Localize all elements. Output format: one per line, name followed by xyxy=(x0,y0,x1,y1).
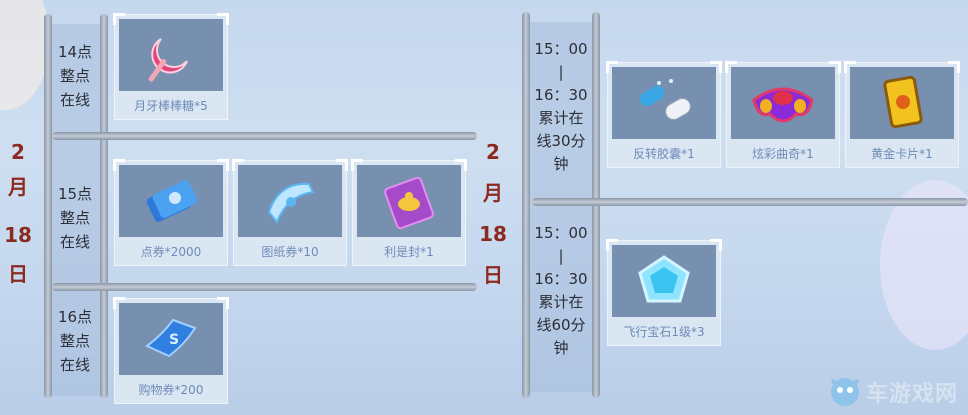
reward-icon-frame xyxy=(612,67,716,139)
date-month-number: 2 xyxy=(11,140,25,164)
reward-label: 月牙棒棒糖*5 xyxy=(134,99,208,113)
time-line: 整点 xyxy=(59,332,90,350)
card-corner xyxy=(829,61,841,73)
reward-card[interactable]: 利是封*1 xyxy=(351,159,467,266)
time-slot: 15：00 | 16：30 累计在 线30分 钟 xyxy=(530,38,592,176)
card-corner xyxy=(336,159,348,171)
time-line: 在线 xyxy=(59,356,90,374)
time-line: 15点 xyxy=(57,185,93,203)
time-line: 16：30 xyxy=(534,86,588,104)
reward-card[interactable]: 月牙棒棒糖*5 xyxy=(113,13,229,120)
card-corner xyxy=(113,159,125,171)
gold-card-icon xyxy=(883,75,923,129)
reward-label: 反转胶囊*1 xyxy=(633,147,695,161)
red-envelope-icon xyxy=(384,176,434,230)
reward-card[interactable]: 图纸券*10 xyxy=(232,159,348,266)
reward-icon-frame xyxy=(119,165,223,237)
card-corner xyxy=(217,159,229,171)
card-corner xyxy=(351,159,363,171)
rail xyxy=(52,132,477,140)
reward-icon-frame xyxy=(850,67,954,139)
reward-icon-frame xyxy=(612,245,716,317)
time-line: 16：30 xyxy=(534,270,588,288)
coupon-stack-icon xyxy=(146,180,198,222)
rail xyxy=(100,14,108,398)
reward-card[interactable]: 飞行宝石1级*3 xyxy=(606,239,722,346)
card-corner xyxy=(113,13,125,25)
rail xyxy=(52,283,477,291)
shopping-voucher-icon: S xyxy=(145,318,197,358)
card-corner xyxy=(725,61,737,73)
card-corner xyxy=(844,61,856,73)
time-line: | xyxy=(558,63,564,81)
cookie-icon xyxy=(752,87,814,123)
time-line: 15：00 xyxy=(534,224,588,242)
date-month-number: 2 xyxy=(486,140,500,164)
time-line: 钟 xyxy=(553,339,569,357)
reward-label: 点券*2000 xyxy=(140,245,202,259)
svg-text:S: S xyxy=(169,332,179,348)
gem-icon xyxy=(638,255,690,303)
reward-card[interactable]: 炫彩曲奇*1 xyxy=(725,61,841,168)
background-glow xyxy=(0,0,50,110)
watermark: 车游戏网 xyxy=(866,382,959,407)
card-corner xyxy=(232,159,244,171)
time-line: 整点 xyxy=(59,67,90,85)
card-corner xyxy=(710,61,722,73)
reward-card[interactable]: 反转胶囊*1 xyxy=(606,61,722,168)
rail xyxy=(522,12,530,398)
time-line: 16点 xyxy=(57,308,93,326)
card-corner xyxy=(606,61,618,73)
mascot-logo xyxy=(830,378,860,406)
reward-card[interactable]: 黄金卡片*1 xyxy=(844,61,960,168)
lollipop-icon xyxy=(148,38,188,82)
reward-icon-frame xyxy=(238,165,342,237)
card-corner xyxy=(606,239,618,251)
date-month-char: 月 xyxy=(483,181,503,205)
card-corner xyxy=(217,13,229,25)
rail xyxy=(532,198,968,206)
reward-icon-frame xyxy=(119,19,223,91)
reward-icon-frame xyxy=(357,165,461,237)
time-line: 钟 xyxy=(553,155,569,173)
time-slot: 15：00 | 16：30 累计在 线60分 钟 xyxy=(530,222,592,360)
reward-label: 利是封*1 xyxy=(384,245,434,259)
card-corner xyxy=(710,239,722,251)
time-line: 15：00 xyxy=(534,40,588,58)
blueprint-ticket-icon xyxy=(267,182,315,224)
time-slot: 15点 整点 在线 xyxy=(51,182,99,254)
reward-label: 图纸券*10 xyxy=(261,245,319,259)
date-day-number: 18 xyxy=(479,222,507,246)
card-corner xyxy=(217,297,229,309)
reward-label: 飞行宝石1级*3 xyxy=(623,325,705,339)
reward-icon-frame: S xyxy=(119,303,223,375)
time-slot: 16点 整点 在线 xyxy=(51,305,99,377)
time-line: 线60分 xyxy=(536,316,586,334)
time-line: 整点 xyxy=(59,209,90,227)
time-line: 在线 xyxy=(59,91,90,109)
time-line: 累计在 xyxy=(538,293,584,311)
date-day-char: 日 xyxy=(8,262,28,286)
time-line: 线30分 xyxy=(536,132,586,150)
time-line: 在线 xyxy=(59,233,90,251)
time-line: 14点 xyxy=(57,43,93,61)
date-month-char: 月 xyxy=(8,175,28,199)
time-line: | xyxy=(558,247,564,265)
reward-label: 购物券*200 xyxy=(138,383,204,397)
reward-card[interactable]: S 购物券*200 xyxy=(113,297,229,404)
card-corner xyxy=(948,61,960,73)
card-corner xyxy=(455,159,467,171)
date-day-number: 18 xyxy=(4,223,32,247)
capsule-icon xyxy=(639,79,691,120)
reward-icon-frame xyxy=(731,67,835,139)
reward-label: 黄金卡片*1 xyxy=(871,147,933,161)
time-slot: 14点 整点 在线 xyxy=(51,40,99,112)
card-corner xyxy=(113,297,125,309)
date-day-char: 日 xyxy=(483,263,503,287)
time-line: 累计在 xyxy=(538,109,584,127)
reward-label: 炫彩曲奇*1 xyxy=(752,147,814,161)
reward-card[interactable]: 点券*2000 xyxy=(113,159,229,266)
